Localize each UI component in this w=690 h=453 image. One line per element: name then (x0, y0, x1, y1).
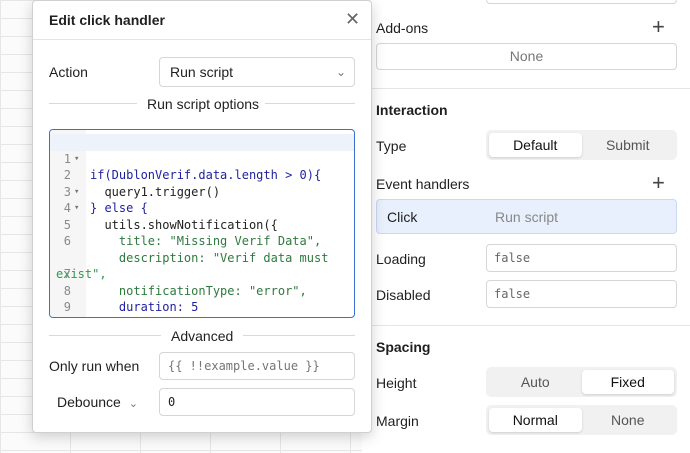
spacing-title: Spacing (376, 339, 431, 355)
addons-title: Add-ons (376, 20, 429, 36)
code-line: 7 notificationType: "error", (63, 267, 307, 298)
type-default-option[interactable]: Default (489, 133, 582, 157)
top-field[interactable] (486, 0, 677, 4)
height-segmented-control: Auto Fixed (486, 367, 677, 397)
code-line: exist", (56, 267, 107, 281)
disabled-label: Disabled (376, 287, 431, 303)
only-run-when-label: Only run when (49, 358, 140, 374)
margin-label: Margin (376, 413, 419, 429)
divider (362, 88, 690, 89)
debounce-label[interactable]: Debounce ⌄ (57, 394, 138, 410)
loading-value: false (494, 251, 531, 265)
divider (265, 103, 355, 104)
addons-field[interactable]: None (376, 43, 677, 70)
margin-normal-option[interactable]: Normal (489, 408, 582, 432)
margin-none-option[interactable]: None (582, 408, 675, 432)
interaction-title: Interaction (376, 102, 448, 118)
handler-action: Run script (495, 209, 559, 225)
code-line: 6 description: "Verif data must (63, 234, 329, 265)
event-handler-row[interactable]: Click Run script (376, 199, 677, 234)
debounce-label-text: Debounce (57, 394, 121, 410)
action-select[interactable]: Run script ⌄ (159, 57, 355, 87)
code-line: 3 ▾ } else { (63, 184, 148, 216)
divider (49, 103, 137, 104)
code-line: 10 } (50, 299, 93, 318)
code-line: 9 }) (63, 300, 119, 317)
divider (362, 325, 690, 326)
advanced-heading: Advanced (171, 328, 234, 344)
height-auto-option[interactable]: Auto (489, 370, 582, 394)
action-label: Action (49, 64, 88, 80)
run-script-options-heading: Run script options (147, 96, 260, 112)
addons-value: None (509, 48, 544, 64)
action-value: Run script (170, 64, 234, 80)
close-icon[interactable]: ✕ (345, 9, 360, 30)
height-fixed-option[interactable]: Fixed (581, 370, 674, 394)
debounce-input[interactable]: 0 (159, 388, 355, 416)
modal-header: Edit click handler ✕ (33, 1, 371, 40)
type-segmented-control: Default Submit (486, 130, 677, 160)
height-label: Height (376, 375, 417, 391)
code-editor[interactable]: 1 ▾ if(DublonVerif.data.length > 0){ 2 qu… (49, 129, 355, 318)
only-run-when-input[interactable] (159, 352, 355, 380)
type-submit-option[interactable]: Submit (582, 133, 675, 157)
disabled-value: false (494, 287, 531, 301)
code-line: 1 ▾ if(DublonVerif.data.length > 0){ (50, 134, 354, 182)
handler-event: Click (387, 209, 418, 225)
chevron-down-icon: ⌄ (335, 65, 346, 79)
event-handlers-title: Event handlers (376, 176, 470, 192)
code-line: 4 ▾ utils.showNotification({ (63, 201, 278, 232)
divider (49, 335, 161, 336)
loading-input[interactable]: false (486, 244, 677, 272)
disabled-input[interactable]: false (486, 280, 677, 308)
add-addon-icon[interactable]: + (652, 16, 665, 38)
type-label: Type (376, 138, 407, 154)
code-line: 8 duration: 5 (63, 283, 199, 315)
margin-segmented-control: Normal None (486, 405, 677, 435)
chevron-down-icon: ⌄ (128, 398, 138, 410)
modal-title: Edit click handler (49, 12, 165, 28)
divider (243, 335, 355, 336)
code-line: 5 title: "Missing Verif Data", (63, 217, 322, 249)
loading-label: Loading (376, 251, 426, 267)
code-line: 2 query1.trigger() (63, 168, 221, 199)
debounce-value: 0 (168, 395, 176, 409)
inspector-panel: Add-ons + None Interaction Type Default … (362, 0, 690, 453)
edit-click-handler-modal: Edit click handler ✕ Action Run script ⌄… (32, 0, 372, 433)
add-event-handler-icon[interactable]: + (652, 172, 665, 194)
